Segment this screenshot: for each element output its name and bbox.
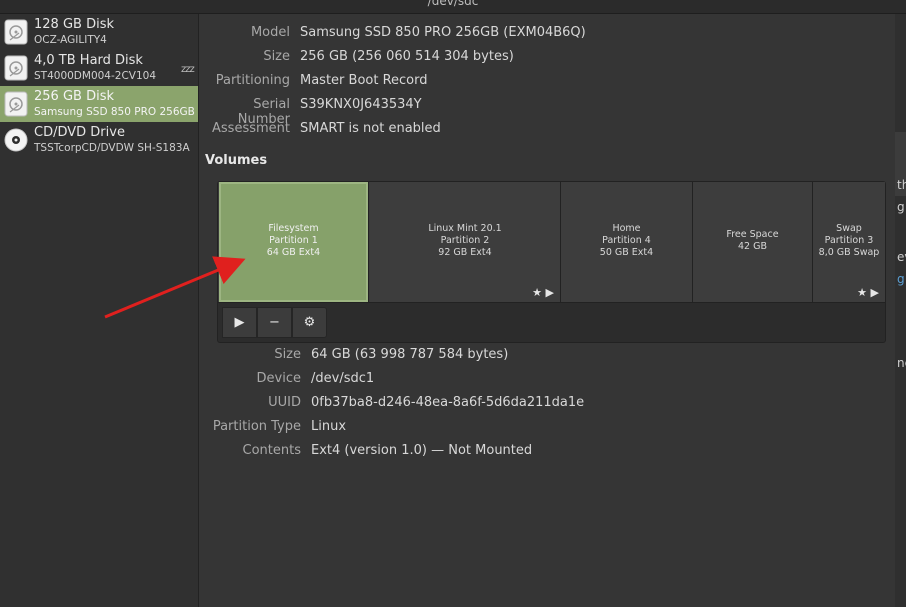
- size-value: 256 GB (256 060 514 304 bytes): [300, 49, 514, 64]
- device-label: Device: [256, 371, 301, 386]
- partition-block-1[interactable]: Filesystem Partition 1 64 GB Ext4: [219, 182, 369, 302]
- partition-size: 8,0 GB Swap: [818, 247, 880, 258]
- partition-number: Partition 3: [824, 235, 874, 246]
- hard-disk-icon: [4, 91, 28, 117]
- uuid-label: UUID: [268, 395, 301, 410]
- uuid-row: UUID: [199, 395, 301, 413]
- contents-label: Contents: [242, 443, 301, 458]
- background-text: ne: [897, 356, 906, 370]
- disk-name: CD/DVD Drive: [34, 125, 125, 140]
- partition-size-label: Size: [274, 347, 301, 362]
- background-link: g: [897, 272, 905, 286]
- partition-type-value: Linux: [311, 419, 347, 434]
- disk-name: 256 GB Disk: [34, 89, 114, 104]
- disk-item-4tb[interactable]: 4,0 TB Hard Disk ST4000DM004-2CV104 zzz: [0, 50, 198, 86]
- volumes-heading: Volumes: [205, 153, 268, 168]
- background-text: g: [897, 200, 905, 214]
- partition-label: Free Space: [726, 229, 779, 240]
- disk-model: TSSTcorpCD/DVDW SH-S183A: [34, 142, 190, 154]
- hard-disk-icon: [4, 19, 28, 45]
- disk-item-cd-dvd[interactable]: CD/DVD Drive TSSTcorpCD/DVDW SH-S183A: [0, 122, 198, 158]
- uuid-value: 0fb37ba8-d246-48ea-8a6f-5d6da211da1e: [311, 395, 585, 410]
- disk-model: ST4000DM004-2CV104: [34, 70, 157, 82]
- standby-icon: zzz: [181, 64, 195, 75]
- device-row: Device: [199, 371, 301, 389]
- free-space-block[interactable]: Free Space 42 GB: [693, 182, 813, 302]
- partition-label: Home: [612, 223, 641, 234]
- volume-map: Filesystem Partition 1 64 GB Ext4 Linux …: [218, 182, 885, 303]
- device-value: /dev/sdc1: [311, 371, 375, 386]
- partition-block-4[interactable]: Home Partition 4 50 GB Ext4: [561, 182, 693, 302]
- partition-type-label: Partition Type: [212, 419, 301, 434]
- partition-label: Linux Mint 20.1: [428, 223, 502, 234]
- disk-sidebar: 128 GB Disk OCZ-AGILITY4 4,0 TB Hard Dis…: [0, 14, 199, 607]
- size-label: Size: [263, 49, 290, 64]
- partition-label: Swap: [836, 223, 862, 234]
- partitioning-value: Master Boot Record: [300, 73, 428, 88]
- delete-partition-button[interactable]: −: [257, 307, 292, 338]
- partitioning-row: Partitioning: [199, 73, 290, 91]
- partition-size: 64 GB Ext4: [266, 247, 321, 258]
- assessment-value: SMART is not enabled: [300, 121, 441, 136]
- partition-label: Filesystem: [268, 223, 319, 234]
- volumes-widget: Filesystem Partition 1 64 GB Ext4 Linux …: [217, 181, 886, 343]
- system-partition-icon: ★ ▶: [532, 286, 554, 299]
- hard-disk-icon: [4, 55, 28, 81]
- background-window-edge: th g ev g ne: [895, 14, 906, 607]
- model-row: Model: [199, 25, 290, 43]
- partition-settings-button[interactable]: ⚙: [292, 307, 327, 338]
- model-value: Samsung SSD 850 PRO 256GB (EXM04B6Q): [300, 25, 586, 40]
- partition-block-3[interactable]: Swap Partition 3 8,0 GB Swap ★ ▶: [813, 182, 885, 302]
- partition-number: Partition 1: [269, 235, 318, 246]
- partition-type-row: Partition Type: [199, 419, 301, 437]
- assessment-label: Assessment: [212, 121, 290, 136]
- title-bar: /dev/sdc: [0, 0, 906, 14]
- mount-button[interactable]: ▶: [222, 307, 257, 338]
- disk-item-256gb[interactable]: 256 GB Disk Samsung SSD 850 PRO 256GB: [0, 86, 198, 122]
- model-label: Model: [250, 25, 290, 40]
- partition-block-2[interactable]: Linux Mint 20.1 Partition 2 92 GB Ext4 ★…: [370, 182, 561, 302]
- disk-model: OCZ-AGILITY4: [34, 34, 107, 46]
- disk-item-128gb[interactable]: 128 GB Disk OCZ-AGILITY4: [0, 14, 198, 50]
- disk-details-panel: Model Samsung SSD 850 PRO 256GB (EXM04B6…: [199, 14, 895, 607]
- partition-size: 92 GB Ext4: [438, 247, 492, 258]
- serial-value: S39KNX0J643534Y: [300, 97, 422, 112]
- contents-value: Ext4 (version 1.0) — Not Mounted: [311, 443, 533, 458]
- disk-name: 4,0 TB Hard Disk: [34, 53, 143, 68]
- assessment-row: Assessment: [199, 121, 290, 139]
- system-partition-icon: ★ ▶: [857, 286, 879, 299]
- disk-name: 128 GB Disk: [34, 17, 114, 32]
- partition-size-row: Size: [199, 347, 301, 365]
- partition-size: 42 GB: [738, 241, 767, 252]
- partition-number: Partition 4: [602, 235, 651, 246]
- serial-row: Serial Number: [199, 97, 290, 127]
- optical-disc-icon: [4, 128, 28, 152]
- background-text: th: [897, 178, 906, 192]
- partition-size: 50 GB Ext4: [599, 247, 654, 258]
- partitioning-label: Partitioning: [215, 73, 290, 88]
- size-row: Size: [199, 49, 290, 67]
- contents-row: Contents: [199, 443, 301, 461]
- partition-number: Partition 2: [440, 235, 490, 246]
- partition-size-value: 64 GB (63 998 787 584 bytes): [311, 347, 509, 362]
- background-text: ev: [897, 250, 906, 264]
- disk-model: Samsung SSD 850 PRO 256GB: [34, 106, 195, 118]
- window-title: /dev/sdc: [427, 0, 479, 8]
